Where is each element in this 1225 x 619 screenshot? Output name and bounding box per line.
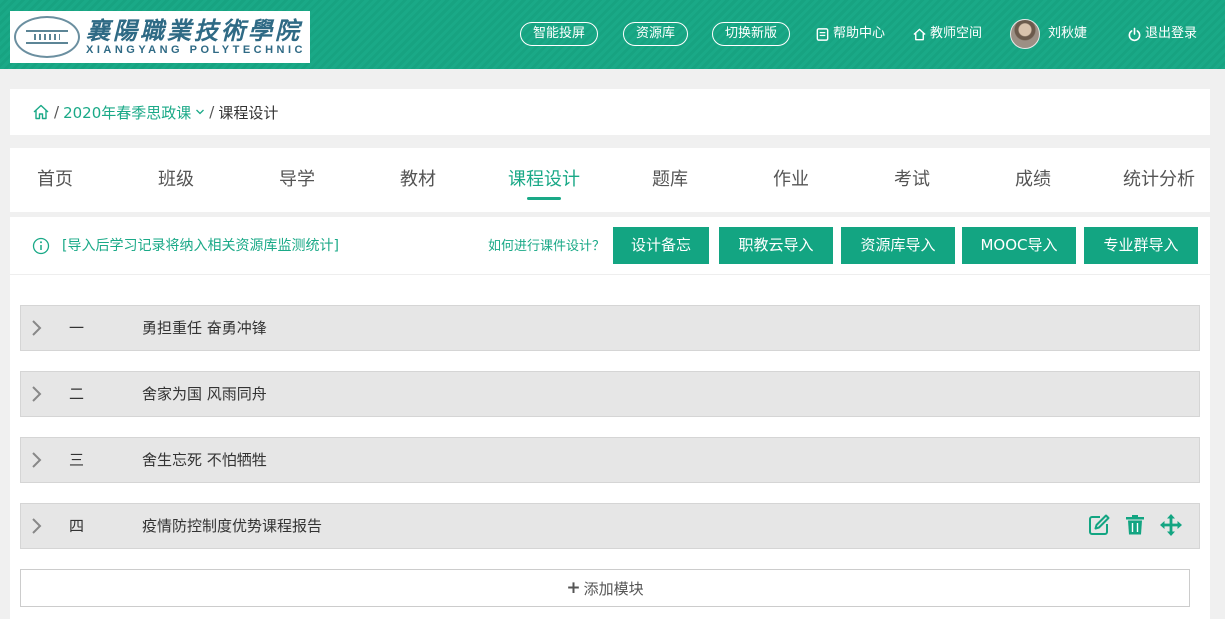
module-number: 四 xyxy=(69,517,85,535)
smart-cast-button[interactable]: 智能投屏 xyxy=(520,22,598,46)
breadcrumb-separator: / xyxy=(209,103,215,121)
module-number: 三 xyxy=(69,451,85,469)
logo-chinese-name: 襄陽職業技術學院 xyxy=(86,15,302,45)
module-row[interactable]: 三 舍生忘死 不怕牺牲 xyxy=(20,437,1200,483)
howto-design-link[interactable]: 如何进行课件设计？ xyxy=(488,237,605,257)
tab-homework[interactable]: 作业 xyxy=(746,148,836,212)
help-center-link[interactable]: 帮助中心 xyxy=(815,24,885,44)
tab-class[interactable]: 班级 xyxy=(131,148,221,212)
logout-label: 退出登录 xyxy=(1145,26,1198,41)
add-module-button[interactable]: + 添加模块 xyxy=(20,569,1190,607)
module-title: 勇担重任 奋勇冲锋 xyxy=(142,319,267,337)
power-icon xyxy=(1128,27,1141,41)
chevron-right-icon[interactable] xyxy=(27,450,47,470)
top-header: 襄陽職業技術學院 XIANGYANG POLYTECHNIC 智能投屏 资源库 … xyxy=(0,0,1225,69)
edit-icon[interactable] xyxy=(1087,513,1111,537)
module-row[interactable]: 二 舍家为国 风雨同舟 xyxy=(20,371,1200,417)
major-group-import-button[interactable]: 专业群导入 xyxy=(1084,227,1198,264)
module-row[interactable]: 四 疫情防控制度优势课程报告 xyxy=(20,503,1200,549)
user-name[interactable]: 刘秋婕 xyxy=(1048,24,1087,44)
help-center-label: 帮助中心 xyxy=(833,26,886,41)
chevron-right-icon[interactable] xyxy=(27,516,47,536)
trash-icon[interactable] xyxy=(1123,513,1147,537)
tab-question-bank[interactable]: 题库 xyxy=(625,148,715,212)
avatar[interactable] xyxy=(1010,19,1040,49)
resource-library-import-button[interactable]: 资源库导入 xyxy=(841,227,955,264)
home-icon[interactable] xyxy=(32,103,50,121)
logo-english-name: XIANGYANG POLYTECHNIC xyxy=(86,43,306,56)
logout-link[interactable]: 退出登录 xyxy=(1127,24,1197,44)
teacher-space-label: 教师空间 xyxy=(930,26,983,41)
tab-grades[interactable]: 成绩 xyxy=(988,148,1078,212)
tab-exam[interactable]: 考试 xyxy=(867,148,957,212)
tab-course-design[interactable]: 课程设计 xyxy=(499,148,589,212)
teacher-space-link[interactable]: 教师空间 xyxy=(912,24,982,44)
plus-icon: + xyxy=(566,578,581,598)
module-title: 疫情防控制度优势课程报告 xyxy=(142,517,323,535)
module-number: 一 xyxy=(69,319,85,337)
module-row[interactable]: 一 勇担重任 奋勇冲锋 xyxy=(20,305,1200,351)
module-title: 舍家为国 风雨同舟 xyxy=(142,385,267,403)
course-design-panel: [导入后学习记录将纳入相关资源库监测统计] 如何进行课件设计？ 设计备忘 职教云… xyxy=(10,217,1210,619)
move-arrows-icon[interactable] xyxy=(1159,513,1183,537)
breadcrumb-course-dropdown[interactable]: 2020年春季思政课 xyxy=(63,102,205,123)
breadcrumb-current: 课程设计 xyxy=(218,103,279,122)
breadcrumb-separator: / xyxy=(54,103,60,121)
module-title: 舍生忘死 不怕牺牲 xyxy=(142,451,267,469)
switch-new-version-button[interactable]: 切换新版 xyxy=(712,22,790,46)
module-number: 二 xyxy=(69,385,85,403)
breadcrumb: / 2020年春季思政课 / 课程设计 xyxy=(10,89,1210,135)
tab-textbook[interactable]: 教材 xyxy=(373,148,463,212)
mooc-import-button[interactable]: MOOC导入 xyxy=(962,227,1076,264)
design-memo-button[interactable]: 设计备忘 xyxy=(613,227,709,264)
course-tabs: 首页 班级 导学 教材 课程设计 题库 作业 考试 成绩 统计分析 xyxy=(10,148,1210,212)
chevron-right-icon[interactable] xyxy=(27,384,47,404)
school-logo[interactable]: 襄陽職業技術學院 XIANGYANG POLYTECHNIC xyxy=(10,11,310,63)
info-icon xyxy=(32,237,50,255)
toolbar: [导入后学习记录将纳入相关资源库监测统计] 如何进行课件设计？ 设计备忘 职教云… xyxy=(10,217,1210,275)
home-icon xyxy=(913,28,926,40)
tab-statistics[interactable]: 统计分析 xyxy=(1114,148,1204,212)
chevron-down-icon xyxy=(196,109,205,115)
tab-guide[interactable]: 导学 xyxy=(252,148,342,212)
resource-library-button[interactable]: 资源库 xyxy=(623,22,688,46)
school-emblem-icon xyxy=(14,16,80,58)
import-notice: [导入后学习记录将纳入相关资源库监测统计] xyxy=(62,238,339,254)
chevron-right-icon[interactable] xyxy=(27,318,47,338)
module-actions xyxy=(1087,513,1183,537)
icve-import-button[interactable]: 职教云导入 xyxy=(719,227,833,264)
help-doc-icon xyxy=(816,27,829,41)
add-module-label: 添加模块 xyxy=(583,579,644,598)
breadcrumb-course-label: 2020年春季思政课 xyxy=(63,103,192,122)
tab-home[interactable]: 首页 xyxy=(10,148,100,212)
